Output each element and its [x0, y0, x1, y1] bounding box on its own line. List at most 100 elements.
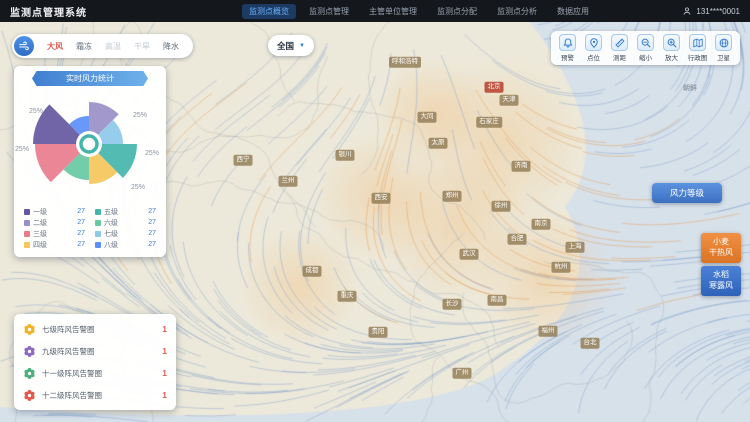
gust-alerts-panel: 七级阵风告警圈 1 九级阵风告警圈 1 十一级阵风告警圈 1 十二级阵风告警圈 … — [14, 314, 176, 410]
app-title: 监测点管理系统 — [10, 4, 87, 19]
city-label[interactable]: 呼和浩特 — [389, 57, 421, 68]
globe-icon — [718, 37, 730, 49]
legend-value: 27 — [148, 219, 156, 226]
alert-row[interactable]: 九级阵风告警圈 1 — [23, 340, 167, 362]
toolbar-button-label: 行政图 — [688, 52, 708, 62]
city-label[interactable]: 杭州 — [552, 262, 571, 273]
city-label[interactable]: 银川 — [336, 150, 355, 161]
nav-item[interactable]: 数据应用 — [550, 4, 596, 19]
alert-count: 1 — [162, 368, 167, 378]
weather-type-item[interactable]: 干旱 — [134, 41, 150, 52]
city-label[interactable]: 贵阳 — [369, 327, 388, 338]
wheat-dry-hot-wind-button[interactable]: 小麦 干热风 — [701, 233, 741, 263]
region-select[interactable]: 全国 ▼ — [268, 35, 314, 56]
map-toolbar: 预警 点位 测距 缩小 — [551, 31, 740, 65]
wind-stats-panel: 实时风力统计 25%25%25%25%25% 一级 27 二级 27 三级 — [14, 66, 166, 257]
city-label[interactable]: 大同 — [418, 112, 437, 123]
weather-type-item[interactable]: 降水 — [163, 41, 179, 52]
country-label: 朝鲜 — [683, 83, 697, 93]
legend-item[interactable]: 四级 27 — [24, 239, 85, 250]
toolbar-button[interactable]: 行政图 — [686, 34, 709, 62]
city-label[interactable]: 西宁 — [234, 155, 253, 166]
alert-label: 十二级阵风告警圈 — [42, 390, 102, 401]
weather-type-item[interactable]: 大风 — [47, 41, 63, 52]
city-label[interactable]: 徐州 — [492, 201, 511, 212]
nav-item[interactable]: 监测点分析 — [490, 4, 544, 19]
alert-flower-icon — [23, 367, 36, 380]
city-label[interactable]: 南京 — [532, 219, 551, 230]
toolbar-button[interactable]: 点位 — [582, 34, 605, 62]
legend-item[interactable]: 五级 27 — [95, 206, 156, 217]
city-label[interactable]: 上海 — [566, 242, 585, 253]
legend-swatch — [24, 231, 30, 237]
legend-item[interactable]: 六级 27 — [95, 217, 156, 228]
city-label[interactable]: 台北 — [581, 338, 600, 349]
city-label[interactable]: 武汉 — [460, 249, 479, 260]
city-label[interactable]: 西安 — [372, 193, 391, 204]
city-label[interactable]: 成都 — [303, 266, 322, 277]
legend-label: 八级 — [104, 240, 118, 250]
city-label[interactable]: 广州 — [453, 368, 472, 379]
legend-item[interactable]: 二级 27 — [24, 217, 85, 228]
city-label[interactable]: 北京 — [485, 82, 504, 93]
wind-level-button[interactable]: 风力等级 — [652, 183, 722, 203]
layers-icon — [692, 37, 704, 49]
toolbar-button[interactable]: 卫星 — [712, 34, 735, 62]
legend-item[interactable]: 三级 27 — [24, 228, 85, 239]
alert-row[interactable]: 十一级阵风告警圈 1 — [23, 362, 167, 384]
legend-label: 三级 — [33, 229, 47, 239]
legend-swatch — [95, 209, 101, 215]
toolbar-button[interactable]: 预警 — [556, 34, 579, 62]
legend-label: 七级 — [104, 229, 118, 239]
city-label[interactable]: 石家庄 — [476, 117, 502, 128]
alert-count: 1 — [162, 346, 167, 356]
city-label[interactable]: 重庆 — [338, 291, 357, 302]
alert-count: 1 — [162, 324, 167, 334]
toolbar-button[interactable]: 测距 — [608, 34, 631, 62]
percent-label: 25% — [145, 150, 159, 157]
legend-label: 二级 — [33, 218, 47, 228]
nav-item[interactable]: 监测点概览 — [242, 4, 296, 19]
top-header: 监测点管理系统 监测点概览 监测点管理 主管单位管理 监测点分配 监测点分析 数… — [0, 0, 750, 22]
city-label[interactable]: 福州 — [539, 326, 558, 337]
legend-swatch — [24, 220, 30, 226]
alert-flower-icon — [23, 389, 36, 402]
user-phone: 131****0001 — [696, 7, 740, 16]
city-label[interactable]: 南昌 — [488, 295, 507, 306]
city-label[interactable]: 合肥 — [508, 234, 527, 245]
weather-type-toggle: 大风 霜冻 高温 干旱 降水 — [12, 34, 193, 58]
alert-row[interactable]: 七级阵风告警圈 1 — [23, 318, 167, 340]
toolbar-button[interactable]: 缩小 — [634, 34, 657, 62]
app-root: 呼和浩特 北京 天津 大同 石家庄 太原 银川 济南 西宁 兰州 西安 郑州 徐… — [0, 0, 750, 422]
toolbar-button-label: 测距 — [613, 52, 626, 62]
city-label[interactable]: 兰州 — [279, 176, 298, 187]
legend-swatch — [24, 242, 30, 248]
city-label[interactable]: 郑州 — [443, 191, 462, 202]
zoom-out-icon — [640, 37, 652, 49]
alert-row[interactable]: 十二级阵风告警圈 1 — [23, 384, 167, 406]
toolbar-button[interactable]: 放大 — [660, 34, 683, 62]
legend-swatch — [95, 242, 101, 248]
zoom-in-icon — [666, 37, 678, 49]
toolbar-button-label: 卫星 — [717, 52, 730, 62]
weather-type-item[interactable]: 霜冻 — [76, 41, 92, 52]
city-label[interactable]: 济南 — [512, 161, 531, 172]
legend-value: 27 — [148, 241, 156, 248]
user-account[interactable]: 131****0001 — [682, 6, 740, 16]
user-icon — [682, 6, 692, 16]
legend-item[interactable]: 七级 27 — [95, 228, 156, 239]
legend-item[interactable]: 八级 27 — [95, 239, 156, 250]
city-label[interactable]: 长沙 — [443, 299, 462, 310]
nav-item[interactable]: 监测点分配 — [430, 4, 484, 19]
rice-cold-dew-wind-button[interactable]: 水稻 寒露风 — [701, 266, 741, 296]
weather-type-item[interactable]: 高温 — [105, 41, 121, 52]
city-label[interactable]: 天津 — [500, 95, 519, 106]
legend-label: 五级 — [104, 207, 118, 217]
toolbar-button-label: 点位 — [587, 52, 600, 62]
ruler-icon — [614, 37, 626, 49]
nav-item[interactable]: 监测点管理 — [302, 4, 356, 19]
wind-icon[interactable] — [14, 36, 34, 56]
nav-item[interactable]: 主管单位管理 — [362, 4, 424, 19]
legend-item[interactable]: 一级 27 — [24, 206, 85, 217]
city-label[interactable]: 太原 — [429, 138, 448, 149]
